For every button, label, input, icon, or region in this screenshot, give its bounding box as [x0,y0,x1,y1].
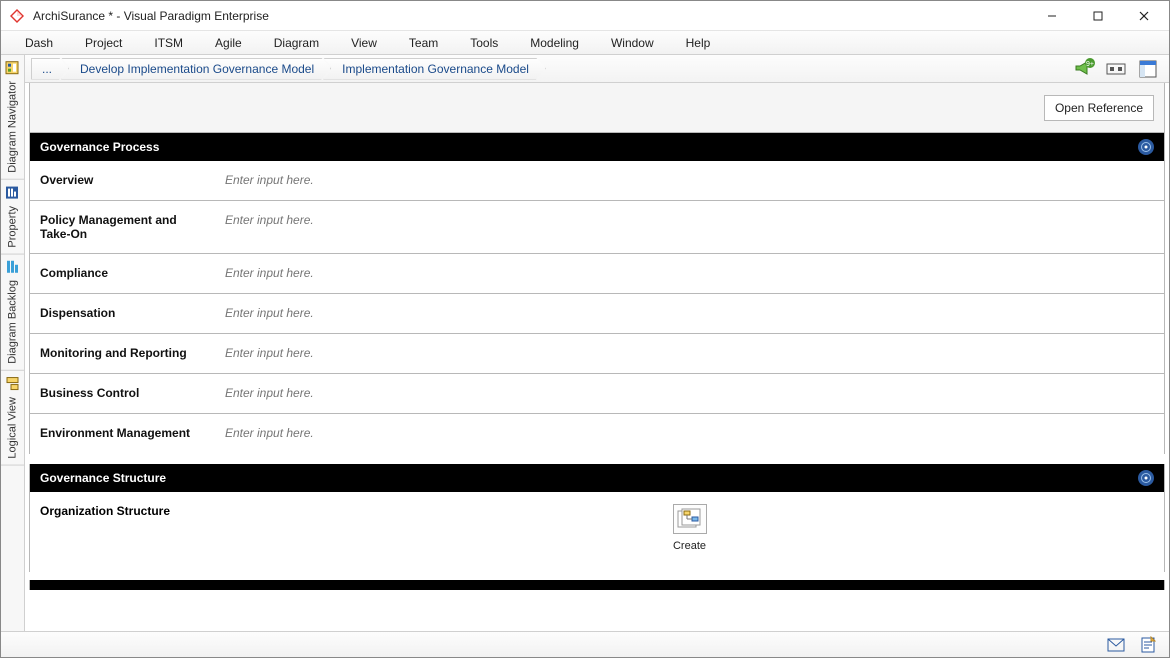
app-icon [9,8,25,24]
overview-input[interactable] [225,173,1154,187]
menu-itsm[interactable]: ITSM [138,32,199,54]
mail-icon[interactable] [1107,636,1125,654]
info-icon[interactable] [1138,470,1154,486]
form-label: Overview [30,161,215,200]
form-label: Dispensation [30,294,215,333]
business-control-input[interactable] [225,386,1154,400]
section-title: Governance Structure [40,471,166,485]
form-label: Environment Management [30,414,215,454]
menu-project[interactable]: Project [69,32,138,54]
menu-agile[interactable]: Agile [199,32,258,54]
environment-management-input[interactable] [225,426,1154,440]
menu-dash[interactable]: Dash [9,32,69,54]
breadcrumb-bar: ... Develop Implementation Governance Mo… [25,55,1169,83]
menu-modeling[interactable]: Modeling [514,32,595,54]
window-title: ArchiSurance * - Visual Paradigm Enterpr… [33,9,269,23]
fit-window-icon[interactable] [1105,58,1127,80]
menu-bar: Dash Project ITSM Agile Diagram View Tea… [1,31,1169,55]
svg-text:9+: 9+ [1086,61,1094,68]
announce-icon[interactable]: 9+ [1073,58,1095,80]
info-icon[interactable] [1138,139,1154,155]
create-caption: Create [673,540,706,552]
form-label: Policy Management and Take-On [30,201,215,253]
monitoring-input[interactable] [225,346,1154,360]
breadcrumb-ellipsis[interactable]: ... [31,58,69,80]
side-tab-label: Logical View [7,397,19,459]
form-row-policy-management: Policy Management and Take-On [30,201,1164,254]
form-row-compliance: Compliance [30,254,1164,294]
minimize-button[interactable] [1029,1,1075,30]
dispensation-input[interactable] [225,306,1154,320]
side-tab-strip: Diagram Navigator Property Diagram Backl… [1,55,25,631]
policy-management-input[interactable] [225,213,1154,227]
create-diagram-button[interactable] [673,504,707,534]
panel-layout-icon[interactable] [1137,58,1159,80]
menu-window[interactable]: Window [595,32,670,54]
side-tab-diagram-navigator[interactable]: Diagram Navigator [1,55,24,180]
side-tab-diagram-backlog[interactable]: Diagram Backlog [1,254,24,371]
side-tab-logical-view[interactable]: Logical View [1,371,24,466]
section-governance-process: Governance Process Overview Policy Man [29,133,1165,454]
section-governance-structure: Governance Structure Organization Struct… [29,464,1165,572]
form-label: Business Control [30,374,215,413]
form-row-business-control: Business Control [30,374,1164,414]
form-header-area: Open Reference [29,83,1165,133]
menu-help[interactable]: Help [670,32,727,54]
section-title: Governance Process [40,140,159,154]
note-icon[interactable] [1139,636,1157,654]
maximize-button[interactable] [1075,1,1121,30]
breadcrumb-item[interactable]: Implementation Governance Model [323,58,546,80]
compliance-input[interactable] [225,266,1154,280]
logical-view-icon [6,377,20,391]
side-tab-label: Diagram Backlog [7,280,19,364]
form-row-org-structure: Organization Structure Create [30,492,1164,572]
form-canvas[interactable]: Open Reference Governance Process [25,83,1169,631]
form-row-monitoring: Monitoring and Reporting [30,334,1164,374]
property-icon [6,186,20,200]
form-label: Organization Structure [40,504,225,558]
side-tab-property[interactable]: Property [1,180,24,255]
form-row-dispensation: Dispensation [30,294,1164,334]
open-reference-button[interactable]: Open Reference [1044,95,1154,121]
close-button[interactable] [1121,1,1167,30]
side-tab-label: Diagram Navigator [7,81,19,173]
menu-team[interactable]: Team [393,32,454,54]
menu-view[interactable]: View [335,32,393,54]
form-label: Compliance [30,254,215,293]
side-tab-label: Property [7,206,19,248]
backlog-icon [6,260,20,274]
form-row-overview: Overview [30,161,1164,201]
menu-tools[interactable]: Tools [454,32,514,54]
section-header-collapsed [29,580,1165,590]
section-header: Governance Structure [30,464,1164,492]
section-header: Governance Process [30,133,1164,161]
menu-diagram[interactable]: Diagram [258,32,335,54]
navigator-icon [6,61,20,75]
breadcrumb-item[interactable]: Develop Implementation Governance Model [61,58,331,80]
title-bar: ArchiSurance * - Visual Paradigm Enterpr… [1,1,1169,31]
form-label: Monitoring and Reporting [30,334,215,373]
form-row-environment-management: Environment Management [30,414,1164,454]
status-bar [1,631,1169,657]
